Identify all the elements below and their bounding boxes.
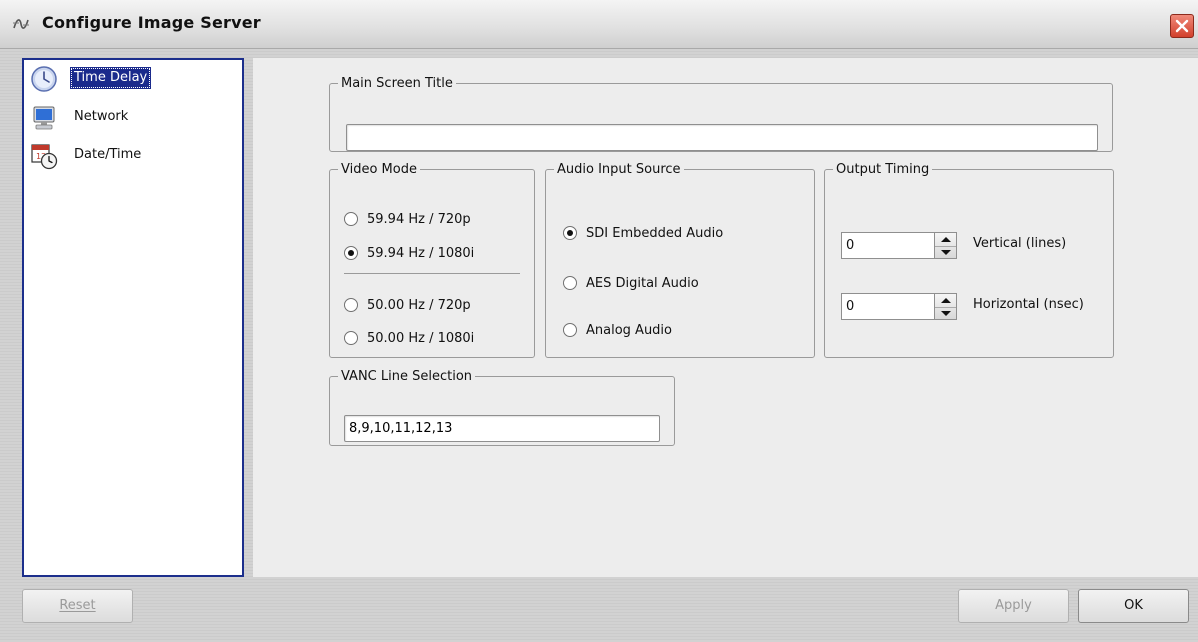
radio-label: 59.94 Hz / 1080i: [367, 245, 475, 261]
radio-button[interactable]: [563, 276, 577, 290]
vertical-lines-input[interactable]: 0: [841, 232, 935, 259]
apply-button[interactable]: Apply: [958, 589, 1069, 623]
close-icon: [1175, 19, 1189, 33]
video-mode-legend: Video Mode: [341, 162, 417, 177]
vanc-line-selection-group: VANC Line Selection: [329, 369, 675, 446]
output-timing-group: Output Timing 0 Vertical (lines) 0 Horiz…: [824, 162, 1114, 358]
radio-label: 50.00 Hz / 1080i: [367, 330, 475, 346]
horizontal-nsec-spinner[interactable]: [935, 293, 957, 320]
apply-button-label: Apply: [995, 598, 1032, 613]
horizontal-nsec-input[interactable]: 0: [841, 293, 935, 320]
app-logo-icon: [13, 19, 29, 29]
radio-label: SDI Embedded Audio: [586, 225, 724, 241]
main-screen-title-group: Main Screen Title: [329, 76, 1113, 152]
video-mode-option-59-94-720p[interactable]: 59.94 Hz / 720p: [344, 208, 471, 230]
configure-image-server-window: Configure Image Server Time Delay Networ…: [0, 0, 1198, 642]
nav-item-label: Date/Time: [74, 147, 142, 162]
vertical-lines-label: Vertical (lines): [973, 236, 1067, 251]
video-mode-option-50-720p[interactable]: 50.00 Hz / 720p: [344, 294, 471, 316]
horizontal-nsec-label: Horizontal (nsec): [973, 297, 1084, 312]
video-mode-option-50-1080i[interactable]: 50.00 Hz / 1080i: [344, 327, 474, 349]
spin-up-arrow-icon[interactable]: [935, 294, 956, 308]
spin-down-arrow-icon[interactable]: [935, 307, 956, 320]
window-title: Configure Image Server: [42, 13, 261, 32]
vanc-line-selection-input[interactable]: [344, 415, 660, 442]
nav-item-label: Network: [74, 109, 129, 124]
close-button[interactable]: [1170, 14, 1194, 38]
audio-option-sdi-embedded[interactable]: SDI Embedded Audio: [563, 222, 723, 244]
radio-label: AES Digital Audio: [586, 275, 699, 291]
ok-button[interactable]: OK: [1078, 589, 1189, 623]
nav-item-label: Time Delay: [70, 67, 152, 89]
clock-icon: [31, 66, 57, 92]
radio-button[interactable]: [563, 323, 577, 337]
calendar-clock-icon: 12: [31, 144, 58, 170]
video-mode-group: Video Mode 59.94 Hz / 720p 59.94 Hz / 10…: [329, 162, 535, 358]
title-bar[interactable]: Configure Image Server: [0, 0, 1198, 49]
nav-item-time-delay[interactable]: Time Delay: [26, 62, 242, 95]
reset-button-label: Reset: [59, 598, 96, 613]
audio-input-source-group: Audio Input Source SDI Embedded Audio AE…: [545, 162, 815, 358]
radio-button[interactable]: [344, 298, 358, 312]
audio-option-aes-digital[interactable]: AES Digital Audio: [563, 272, 699, 294]
reset-button[interactable]: Reset: [22, 589, 133, 623]
main-screen-title-legend: Main Screen Title: [341, 76, 453, 91]
video-mode-divider: [344, 273, 520, 274]
radio-label: 50.00 Hz / 720p: [367, 297, 471, 313]
nav-item-network[interactable]: Network: [26, 101, 242, 134]
computer-monitor-icon: [33, 106, 55, 130]
output-timing-legend: Output Timing: [836, 162, 930, 177]
ok-button-label: OK: [1124, 598, 1143, 613]
vertical-lines-spinner[interactable]: [935, 232, 957, 259]
video-mode-option-59-94-1080i[interactable]: 59.94 Hz / 1080i: [344, 242, 474, 264]
spin-down-arrow-icon[interactable]: [935, 246, 956, 259]
nav-item-date-time[interactable]: 12 Date/Time: [26, 139, 242, 172]
radio-label: Analog Audio: [586, 322, 672, 338]
radio-button[interactable]: [344, 212, 358, 226]
time-delay-settings-panel: Main Screen Title Video Mode 59.94 Hz / …: [253, 58, 1198, 577]
radio-button[interactable]: [344, 331, 358, 345]
audio-option-analog[interactable]: Analog Audio: [563, 319, 672, 341]
vanc-line-selection-legend: VANC Line Selection: [341, 369, 473, 384]
audio-input-source-legend: Audio Input Source: [557, 162, 681, 177]
radio-button-selected[interactable]: [563, 226, 577, 240]
radio-button-selected[interactable]: [344, 246, 358, 260]
spin-up-arrow-icon[interactable]: [935, 233, 956, 247]
radio-label: 59.94 Hz / 720p: [367, 211, 471, 227]
settings-category-list: Time Delay Network 12 Date/Time: [22, 58, 244, 577]
main-screen-title-input[interactable]: [346, 124, 1098, 151]
